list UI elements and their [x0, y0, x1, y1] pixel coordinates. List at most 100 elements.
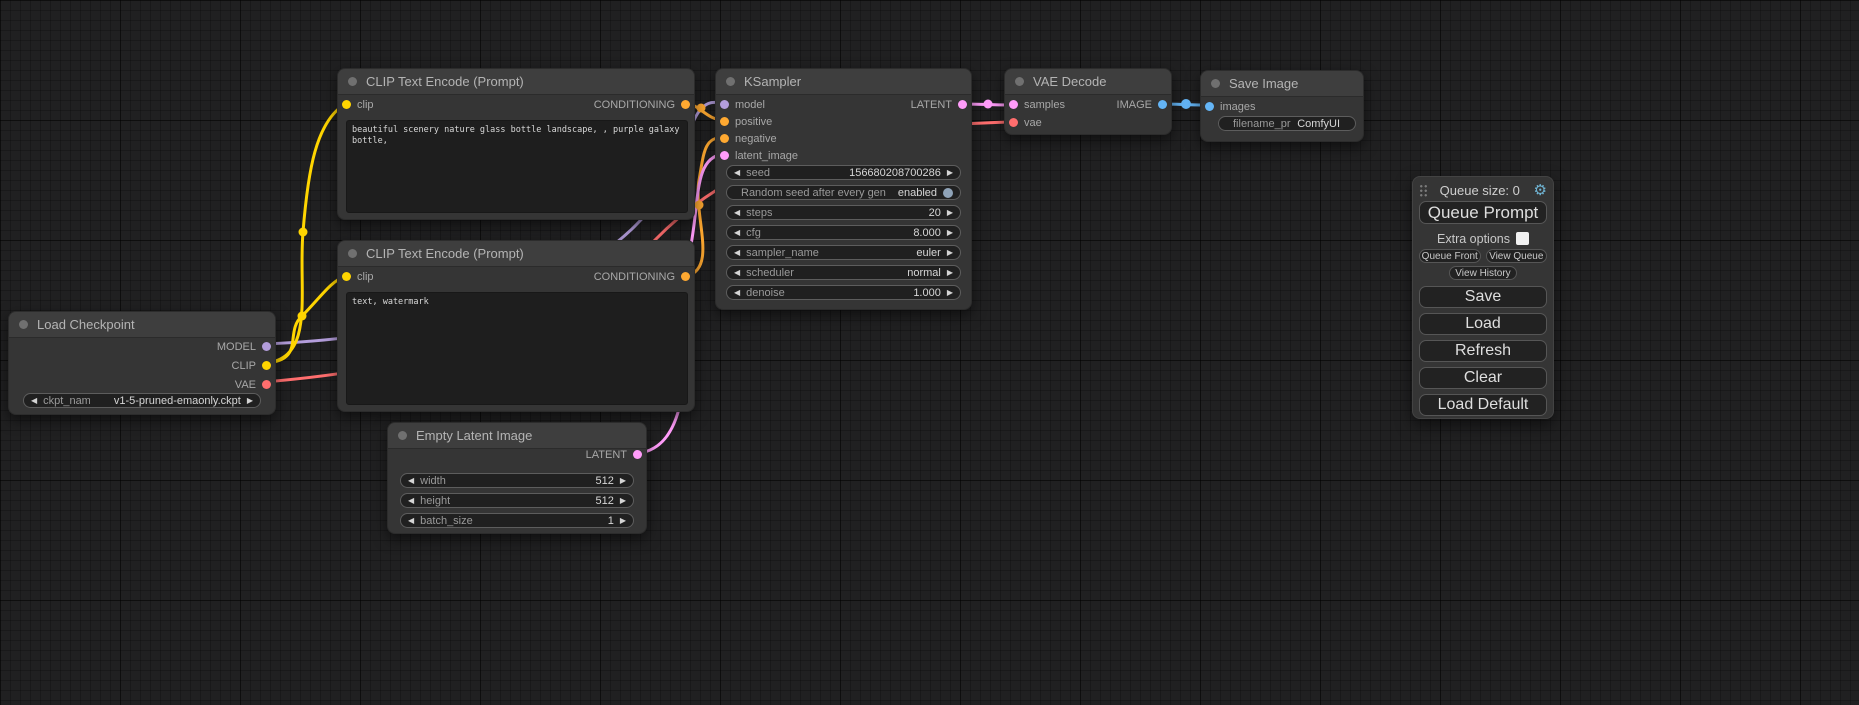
conditioning-output-port[interactable]: [681, 272, 690, 281]
collapse-dot-icon[interactable]: [398, 431, 407, 440]
view-history-button[interactable]: View History: [1449, 266, 1517, 280]
link-clip-negative: [266, 276, 345, 363]
node-ksampler[interactable]: KSampler model positive negative latent_…: [715, 68, 972, 310]
toggle-enabled-dot[interactable]: [943, 188, 953, 198]
random-seed-toggle-widget[interactable]: Random seed after every gen enabled: [726, 185, 961, 200]
prompt-textarea[interactable]: beautiful scenery nature glass bottle la…: [346, 120, 688, 213]
seed-widget[interactable]: ◀ seed 156680208700286 ▶: [726, 165, 961, 180]
next-value-arrow-icon[interactable]: ▶: [947, 169, 953, 177]
prev-value-arrow-icon[interactable]: ◀: [408, 477, 414, 485]
widget-label: Random seed after every gen: [741, 187, 886, 199]
cfg-widget[interactable]: ◀ cfg 8.000 ▶: [726, 225, 961, 240]
widget-label: height: [420, 495, 450, 507]
node-clip-text-encode-positive[interactable]: CLIP Text Encode (Prompt) clip CONDITION…: [337, 68, 695, 220]
vae-input-port[interactable]: [1009, 118, 1018, 127]
prev-value-arrow-icon[interactable]: ◀: [734, 169, 740, 177]
drag-handle-icon[interactable]: [1419, 184, 1428, 197]
prev-value-arrow-icon[interactable]: ◀: [408, 497, 414, 505]
queue-front-button[interactable]: Queue Front: [1419, 249, 1481, 263]
next-value-arrow-icon[interactable]: ▶: [947, 249, 953, 257]
next-value-arrow-icon[interactable]: ▶: [620, 497, 626, 505]
negative-input-port[interactable]: [720, 134, 729, 143]
node-clip-text-encode-negative[interactable]: CLIP Text Encode (Prompt) clip CONDITION…: [337, 240, 695, 412]
node-title: CLIP Text Encode (Prompt): [366, 74, 524, 89]
prev-value-arrow-icon[interactable]: ◀: [734, 209, 740, 217]
collapse-dot-icon[interactable]: [348, 249, 357, 258]
prev-value-arrow-icon[interactable]: ◀: [734, 269, 740, 277]
samples-input-port[interactable]: [1009, 100, 1018, 109]
ckpt-name-widget[interactable]: ◀ ckpt_name v1-5-pruned-emaonly.ckpt ▶: [23, 393, 261, 408]
prev-value-arrow-icon[interactable]: ◀: [734, 249, 740, 257]
next-value-arrow-icon[interactable]: ▶: [947, 209, 953, 217]
vae-output-port[interactable]: [262, 380, 271, 389]
node-save-image[interactable]: Save Image images filename_prefix ComfyU…: [1200, 70, 1364, 142]
node-load-checkpoint[interactable]: Load Checkpoint MODEL CLIP VAE ◀ ckpt_na…: [8, 311, 276, 415]
clip-input-port[interactable]: [342, 272, 351, 281]
latent-output-port[interactable]: [958, 100, 967, 109]
denoise-widget[interactable]: ◀ denoise 1.000 ▶: [726, 285, 961, 300]
prev-value-arrow-icon[interactable]: ◀: [31, 397, 37, 405]
input-label: latent_image: [735, 150, 798, 162]
widget-value: 20: [929, 207, 941, 219]
latent-output-port[interactable]: [633, 450, 642, 459]
node-title-bar[interactable]: CLIP Text Encode (Prompt): [338, 241, 694, 267]
view-queue-button[interactable]: View Queue: [1486, 249, 1548, 263]
next-value-arrow-icon[interactable]: ▶: [947, 269, 953, 277]
node-title-bar[interactable]: CLIP Text Encode (Prompt): [338, 69, 694, 95]
collapse-dot-icon[interactable]: [348, 77, 357, 86]
image-output-port[interactable]: [1158, 100, 1167, 109]
width-widget[interactable]: ◀ width 512 ▶: [400, 473, 634, 488]
node-title-bar[interactable]: VAE Decode: [1005, 69, 1171, 95]
clip-output-port[interactable]: [262, 361, 271, 370]
prompt-textarea[interactable]: text, watermark: [346, 292, 688, 405]
images-input-port[interactable]: [1205, 102, 1214, 111]
node-title-bar[interactable]: Load Checkpoint: [9, 312, 275, 338]
steps-widget[interactable]: ◀ steps 20 ▶: [726, 205, 961, 220]
widget-value: normal: [907, 267, 941, 279]
clear-button[interactable]: Clear: [1419, 367, 1547, 389]
collapse-dot-icon[interactable]: [1015, 77, 1024, 86]
load-button[interactable]: Load: [1419, 313, 1547, 335]
prev-value-arrow-icon[interactable]: ◀: [408, 517, 414, 525]
link-midpoint-dot: [299, 228, 308, 237]
settings-gear-icon[interactable]: ⚙: [1534, 183, 1547, 198]
save-button[interactable]: Save: [1419, 286, 1547, 308]
queue-prompt-button[interactable]: Queue Prompt: [1419, 201, 1547, 224]
graph-canvas[interactable]: Load Checkpoint MODEL CLIP VAE ◀ ckpt_na…: [0, 0, 1859, 705]
extra-options-checkbox[interactable]: [1516, 232, 1529, 245]
next-value-arrow-icon[interactable]: ▶: [247, 397, 253, 405]
model-output-port[interactable]: [262, 342, 271, 351]
node-vae-decode[interactable]: VAE Decode samples vae IMAGE: [1004, 68, 1172, 135]
input-label: samples: [1024, 99, 1065, 111]
collapse-dot-icon[interactable]: [19, 320, 28, 329]
next-value-arrow-icon[interactable]: ▶: [620, 517, 626, 525]
collapse-dot-icon[interactable]: [726, 77, 735, 86]
filename-prefix-widget[interactable]: filename_prefix ComfyUI: [1218, 116, 1356, 131]
output-label: MODEL: [217, 341, 256, 353]
batch-size-widget[interactable]: ◀ batch_size 1 ▶: [400, 513, 634, 528]
load-default-button[interactable]: Load Default: [1419, 394, 1547, 416]
sampler-name-widget[interactable]: ◀ sampler_name euler ▶: [726, 245, 961, 260]
output-label: CLIP: [232, 360, 256, 372]
scheduler-widget[interactable]: ◀ scheduler normal ▶: [726, 265, 961, 280]
widget-label: ckpt_name: [43, 395, 90, 407]
link-midpoint-dot: [695, 201, 704, 210]
clip-input-port[interactable]: [342, 100, 351, 109]
model-input-port[interactable]: [720, 100, 729, 109]
next-value-arrow-icon[interactable]: ▶: [947, 289, 953, 297]
height-widget[interactable]: ◀ height 512 ▶: [400, 493, 634, 508]
prev-value-arrow-icon[interactable]: ◀: [734, 229, 740, 237]
conditioning-output-port[interactable]: [681, 100, 690, 109]
output-label: VAE: [235, 379, 256, 391]
latent-image-input-port[interactable]: [720, 151, 729, 160]
next-value-arrow-icon[interactable]: ▶: [947, 229, 953, 237]
node-title-bar[interactable]: Save Image: [1201, 71, 1363, 97]
next-value-arrow-icon[interactable]: ▶: [620, 477, 626, 485]
node-title-bar[interactable]: KSampler: [716, 69, 971, 95]
collapse-dot-icon[interactable]: [1211, 79, 1220, 88]
link-midpoint-dot: [984, 100, 993, 109]
prev-value-arrow-icon[interactable]: ◀: [734, 289, 740, 297]
positive-input-port[interactable]: [720, 117, 729, 126]
node-empty-latent-image[interactable]: Empty Latent Image LATENT ◀ width 512 ▶ …: [387, 422, 647, 534]
refresh-button[interactable]: Refresh: [1419, 340, 1547, 362]
